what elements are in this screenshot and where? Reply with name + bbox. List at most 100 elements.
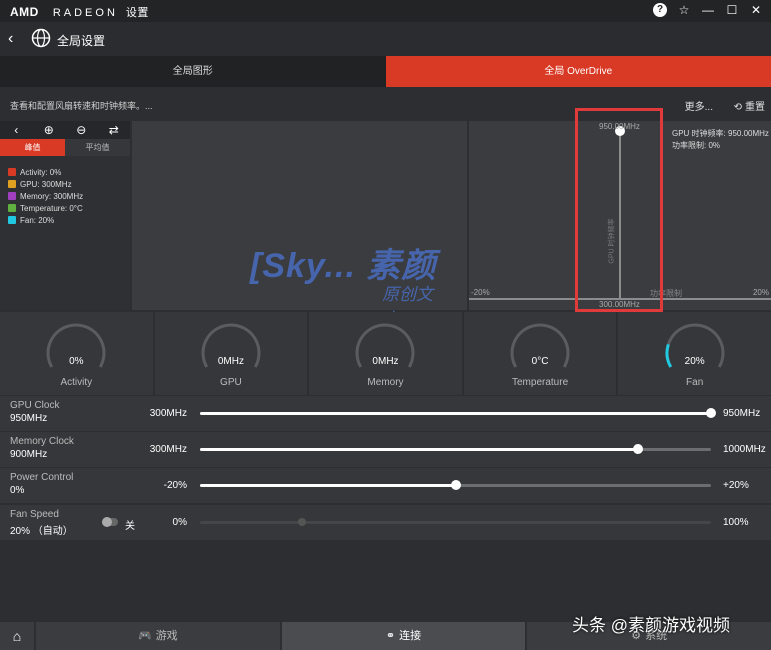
memory-clock-max: 1000MHz: [723, 444, 766, 455]
chevron-left-icon[interactable]: ‹: [0, 121, 33, 139]
legend-checkbox[interactable]: [8, 204, 16, 212]
legend-checkbox[interactable]: [8, 192, 16, 200]
help-icon[interactable]: ?: [653, 3, 667, 17]
fan-speed-row: Fan Speed 20% （自动） 关 0% 100%: [0, 505, 771, 540]
reset-button[interactable]: ⟲ 重置: [734, 98, 765, 113]
fan-toggle-label: 关: [125, 521, 135, 532]
fan-speed-label: Fan Speed: [10, 509, 59, 520]
power-control-value: 0%: [10, 485, 25, 496]
legend-label: GPU: 300MHz: [20, 179, 72, 189]
fan-auto-toggle[interactable]: [102, 517, 118, 527]
highlight-box: [575, 108, 663, 312]
page-title: 全局设置: [57, 34, 106, 48]
fan-speed-max: 100%: [723, 517, 749, 528]
power-limit-info: 功率限制: 0%: [672, 141, 721, 150]
gauge-label: Activity: [60, 377, 93, 388]
share-icon: ⚭: [385, 630, 396, 642]
legend-item-gpu[interactable]: GPU: 300MHz: [8, 178, 83, 190]
toggle-knob: [102, 517, 112, 527]
tab-connect[interactable]: ⚭ 连接: [281, 622, 526, 650]
gpu-clock-slider[interactable]: [200, 408, 716, 418]
watermark: [Sky... 素颜 原创文章]: [250, 238, 436, 329]
gauge-value: 0°C: [531, 356, 549, 367]
legend-item-temperature[interactable]: Temperature: 0°C: [8, 202, 83, 214]
amd-logo: AMD: [10, 5, 39, 19]
slider-fill: [200, 448, 638, 451]
fan-speed-min: 0%: [172, 517, 187, 528]
legend-item-memory[interactable]: Memory: 300MHz: [8, 190, 83, 202]
gauge-ring: [46, 323, 106, 368]
back-arrow-icon[interactable]: ‹: [8, 30, 13, 48]
minimize-icon[interactable]: —: [701, 3, 715, 17]
brand: AMD RADEON 设置: [10, 4, 149, 20]
tab-global-graphics[interactable]: 全局图形: [0, 56, 386, 87]
gpu-clock-min: 300MHz: [149, 408, 187, 419]
gauge-label: GPU: [220, 377, 242, 388]
power-max-label: 20%: [752, 288, 769, 297]
more-link[interactable]: 更多...: [685, 98, 713, 113]
gauge-fan: 20% Fan: [618, 312, 771, 395]
gamepad-icon: 🎮: [137, 630, 152, 642]
title-bar: AMD RADEON 设置 ? ☆ — ☐ ✕: [0, 0, 771, 22]
memory-clock-min: 300MHz: [149, 444, 187, 455]
description-text: 查看和配置风扇转速和时钟频率。...: [10, 101, 153, 111]
legend-checkbox[interactable]: [8, 180, 16, 188]
repeat-icon[interactable]: ⇄: [98, 121, 131, 139]
tab-global-overdrive[interactable]: 全局 OverDrive: [385, 56, 771, 87]
power-min-label: -20%: [471, 288, 490, 297]
tab-bar: 全局图形 全局 OverDrive: [0, 56, 771, 87]
legend: Activity: 0% GPU: 300MHz Memory: 300MHz …: [8, 166, 83, 226]
gpu-clock-info: GPU 时钟频率: 950.00MHz: [672, 129, 769, 138]
zoom-in-icon[interactable]: ⊕: [33, 121, 66, 139]
legend-item-fan[interactable]: Fan: 20%: [8, 214, 83, 226]
reset-icon: ⟲: [733, 102, 742, 113]
memory-clock-row: Memory Clock 900MHz 300MHz 1000MHz: [0, 432, 771, 467]
slider-thumb[interactable]: [298, 518, 307, 526]
star-icon[interactable]: ☆: [677, 3, 691, 17]
legend-label: Fan: 20%: [20, 215, 55, 225]
slider-thumb[interactable]: [632, 444, 643, 454]
zoom-out-icon[interactable]: ⊖: [65, 121, 98, 139]
home-icon[interactable]: ⌂: [0, 622, 34, 650]
legend-label: Memory: 300MHz: [20, 191, 84, 201]
gauge-label: Temperature: [512, 377, 569, 388]
gpu-clock-label: GPU Clock: [10, 400, 60, 411]
tab-average[interactable]: 平均值: [65, 139, 130, 156]
legend-checkbox[interactable]: [8, 216, 16, 224]
gauge-ring: [356, 323, 415, 368]
gauge-value: 0%: [69, 356, 84, 367]
gauge-activity: 0% Activity: [0, 312, 153, 395]
tab-games[interactable]: 🎮 游戏: [36, 622, 280, 650]
graph-legend-panel: ‹ ⊕ ⊖ ⇄ 峰值 平均值 Activity: 0% GPU: 300MHz …: [0, 121, 130, 310]
gpu-clock-row: GPU Clock 950MHz 300MHz 950MHz: [0, 396, 771, 431]
gauges-row: 0% Activity 0MHz GPU 0MHz Memory 0°C Tem…: [0, 312, 771, 395]
slider-thumb[interactable]: [706, 408, 716, 418]
gauge-temperature: 0°C Temperature: [463, 312, 617, 395]
app-title: 设置: [125, 7, 149, 19]
gpu-clock-max: 950MHz: [723, 408, 761, 419]
slider-fill: [200, 484, 456, 487]
corner-watermark: 头条 @素颜游戏视频: [572, 616, 730, 635]
gauge-ring: [665, 323, 725, 368]
power-control-min: -20%: [163, 480, 187, 491]
power-control-max: +20%: [723, 480, 749, 491]
gauge-value: 0MHz: [217, 356, 244, 367]
fan-speed-slider[interactable]: [200, 518, 711, 526]
gauge-gpu: 0MHz GPU: [154, 312, 308, 395]
memory-clock-slider[interactable]: [200, 444, 711, 454]
legend-label: Temperature: 0°C: [20, 203, 83, 213]
tab-peak[interactable]: 峰值: [0, 139, 65, 156]
gauge-label: Memory: [367, 377, 404, 388]
legend-item-activity[interactable]: Activity: 0%: [8, 166, 83, 178]
power-control-slider[interactable]: [200, 480, 711, 490]
reset-label: 重置: [745, 102, 765, 113]
maximize-icon[interactable]: ☐: [725, 3, 739, 17]
gauge-ring: [201, 323, 261, 368]
power-control-label: Power Control: [10, 472, 74, 483]
close-icon[interactable]: ✕: [749, 3, 763, 17]
gauge-label: Fan: [686, 377, 704, 388]
slider-thumb[interactable]: [450, 480, 461, 490]
legend-checkbox[interactable]: [8, 168, 16, 176]
gpu-clock-value: 950MHz: [10, 413, 48, 424]
legend-label: Activity: 0%: [20, 167, 62, 177]
